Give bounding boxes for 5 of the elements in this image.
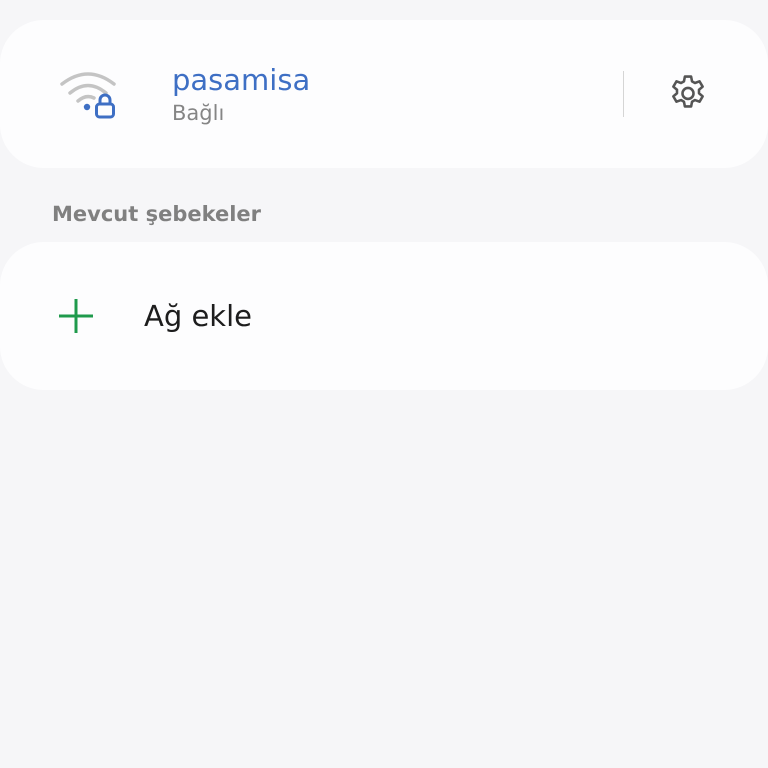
add-network-button[interactable]: Ağ ekle bbox=[144, 299, 252, 333]
plus-icon bbox=[56, 296, 96, 336]
section-title: Mevcut şebekeler bbox=[52, 202, 262, 226]
network-status: Bağlı bbox=[172, 101, 226, 125]
network-name[interactable]: pasamisa bbox=[172, 63, 622, 97]
